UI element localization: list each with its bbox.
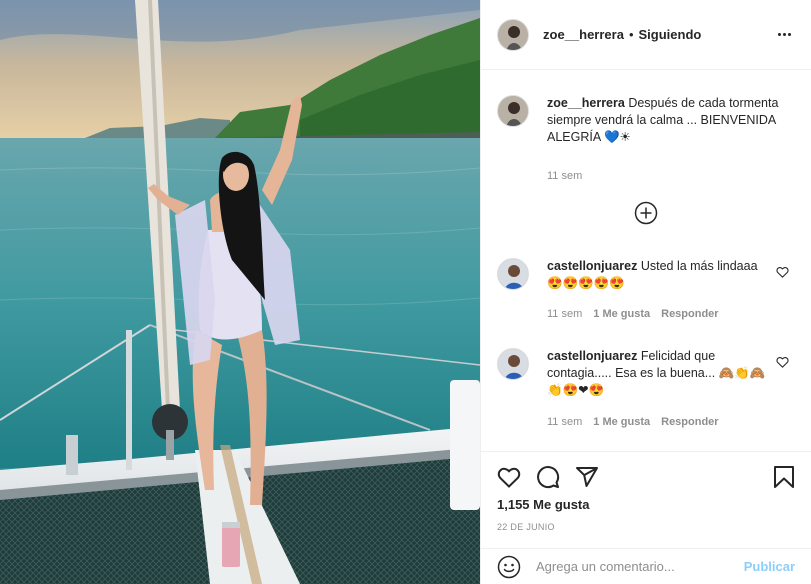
reply-button[interactable]: Responder [661,306,718,323]
caption-meta: 11 sem [547,168,795,185]
like-heart-icon[interactable] [497,466,521,488]
bookmark-icon[interactable] [773,465,795,489]
post-image [0,0,480,584]
share-icon[interactable] [575,465,599,489]
comment-icon[interactable] [536,465,560,489]
caption-avatar[interactable] [497,95,529,127]
post-detail-panel: zoe__herrera • Siguiendo zoe__herrera De… [480,0,811,584]
comment-username[interactable]: castellonjuarez [547,349,637,363]
author-avatar[interactable] [497,18,529,51]
avatar-image [498,96,528,126]
avatar-image [498,259,528,289]
avatar-image [498,19,528,50]
post-photo[interactable] [0,0,480,584]
more-options-icon[interactable] [774,29,795,40]
reply-button[interactable]: Responder [661,414,718,431]
comment-likes[interactable]: 1 Me gusta [593,306,650,323]
avatar-image [498,349,528,379]
comment-item: castellonjuarez Felicidad que contagia..… [497,348,795,431]
publish-button[interactable]: Publicar [744,559,795,574]
author-line: zoe__herrera • Siguiendo [543,27,701,42]
comment-input[interactable] [536,559,744,574]
action-icons-row [497,464,795,490]
comment-item: castellonjuarez Usted la más lindaaa😍😍😍😍… [497,258,795,323]
emoji-icon[interactable] [497,555,521,579]
caption-username[interactable]: zoe__herrera [547,96,625,110]
caption-text-block: zoe__herrera Después de cada tormenta si… [547,95,795,146]
like-comment-heart-icon[interactable] [776,266,789,278]
commenter-avatar[interactable] [497,348,529,380]
likes-count[interactable]: 1,155 Me gusta [497,497,795,512]
comment-meta: 11 sem 1 Me gusta Responder [547,414,773,431]
comment-text-block: castellonjuarez Usted la más lindaaa😍😍😍😍… [547,258,773,292]
author-username[interactable]: zoe__herrera [543,27,624,42]
comment-username[interactable]: castellonjuarez [547,259,637,273]
separator-dot: • [628,27,634,42]
like-comment-heart-icon[interactable] [776,356,789,368]
caption-time[interactable]: 11 sem [547,168,582,185]
comment-likes[interactable]: 1 Me gusta [593,414,650,431]
post-date[interactable]: 22 DE JUNIO [497,522,795,532]
caption: zoe__herrera Después de cada tormenta si… [497,95,795,185]
load-more-comments-icon[interactable] [634,201,658,225]
comments-section[interactable]: zoe__herrera Después de cada tormenta si… [481,71,811,451]
comment-text-block: castellonjuarez Felicidad que contagia..… [547,348,773,399]
comment-time[interactable]: 11 sem [547,306,582,323]
post-header: zoe__herrera • Siguiendo [481,0,811,70]
caption-body: zoe__herrera Después de cada tormenta si… [547,95,795,185]
comment-time[interactable]: 11 sem [547,414,582,431]
post-actions: 1,155 Me gusta 22 DE JUNIO [481,451,811,532]
comment-meta: 11 sem 1 Me gusta Responder [547,306,773,323]
following-button[interactable]: Siguiendo [639,27,702,42]
comment-composer: Publicar [481,548,811,584]
comment-body: castellonjuarez Felicidad que contagia..… [547,348,795,431]
comment-body: castellonjuarez Usted la más lindaaa😍😍😍😍… [547,258,795,323]
commenter-avatar[interactable] [497,258,529,290]
